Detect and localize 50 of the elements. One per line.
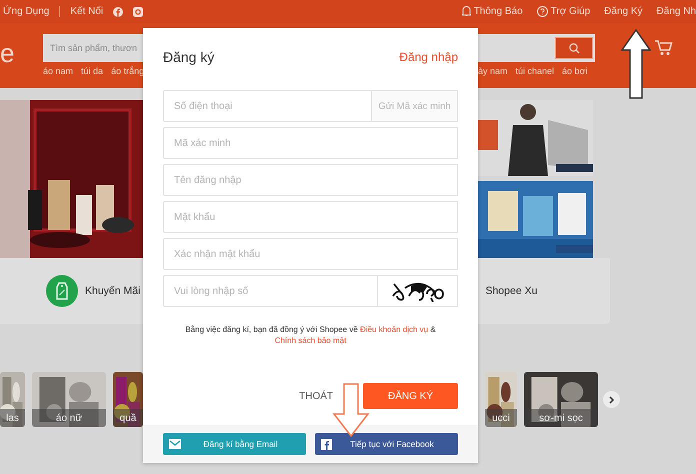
thumbnail-label[interactable]: ucci	[485, 409, 517, 427]
search-tag[interactable]: áo bơi	[562, 66, 588, 76]
top-bar-link[interactable]: Ứng Dụng	[3, 6, 50, 17]
cart-icon[interactable]	[655, 40, 673, 56]
chevron-right-icon	[608, 396, 614, 404]
input-field[interactable]: Mật khẩu	[163, 201, 458, 233]
login-link[interactable]: Đăng nhập	[399, 50, 458, 64]
input-field[interactable]: Mã xác minh	[163, 127, 458, 159]
thumbnail-label[interactable]: las	[0, 409, 25, 427]
search-button[interactable]	[555, 37, 593, 59]
help-icon	[536, 6, 548, 17]
facebook-button[interactable]: Tiếp tục với Facebook	[315, 433, 458, 455]
thumbnail-label[interactable]: áo nữ	[32, 409, 106, 427]
tag-icon[interactable]	[46, 275, 78, 307]
search-icon	[568, 42, 580, 54]
input-field[interactable]: Vui lòng nhập số	[163, 275, 377, 307]
register-button[interactable]: ĐĂNG KÝ	[363, 383, 458, 409]
captcha-drawing	[390, 280, 444, 302]
mail-icon	[169, 439, 181, 449]
email-signup-button[interactable]: Đăng kí bằng Email	[163, 433, 306, 455]
instagram-icon[interactable]	[133, 6, 144, 16]
input-field[interactable]: Số điện thoại	[163, 90, 371, 122]
arrow-icon	[620, 28, 652, 100]
top-bar-link[interactable]: Trợ Giúp	[550, 6, 590, 17]
input-field[interactable]: Tên đăng nhập	[163, 164, 458, 196]
search-tag[interactable]: túi da	[81, 66, 104, 76]
next-button[interactable]	[603, 391, 620, 408]
search-tag[interactable]: ày nam	[478, 66, 508, 76]
search-tag[interactable]: áo nam	[43, 66, 74, 76]
terms-text: Bằng việc đăng kí, bạn đã đồng ý với Shopee về Điều khoản dịch vụ & Chính sách bảo mật	[184, 324, 437, 346]
category-label[interactable]: Shopee Xu	[485, 285, 538, 297]
top-bar-link[interactable]: Kết Nối	[70, 6, 104, 17]
top-bar-link[interactable]: Thông Báo	[474, 6, 523, 17]
bell-icon	[462, 6, 471, 17]
top-bar-link[interactable]: Đăng Nh	[656, 6, 696, 17]
search-field[interactable]: Tìm sản phẩm, thươn	[45, 43, 143, 53]
send-code-button[interactable]: Gửi Mã xác minh	[371, 90, 458, 122]
cancel-button[interactable]: THOÁT	[299, 390, 333, 402]
search-tag[interactable]: túi chanel	[516, 66, 554, 76]
thumbnail-label[interactable]: sơ-mi sọc	[524, 409, 598, 427]
input-field[interactable]: Xác nhận mật khẩu	[163, 238, 458, 270]
thumbnail-label[interactable]: quầ	[113, 409, 143, 427]
top-bar-link[interactable]: Đăng Ký	[604, 6, 643, 17]
facebook-icon[interactable]	[113, 6, 124, 16]
terms-link[interactable]: Điều khoản dịch vụ	[360, 325, 428, 334]
privacy-link[interactable]: Chính sách bảo mật	[274, 336, 346, 345]
logo[interactable]: e	[0, 34, 43, 88]
facebook-icon	[321, 438, 332, 450]
category-label[interactable]: Khuyến Mãi	[85, 285, 140, 297]
dialog-title: Đăng ký	[163, 49, 214, 65]
